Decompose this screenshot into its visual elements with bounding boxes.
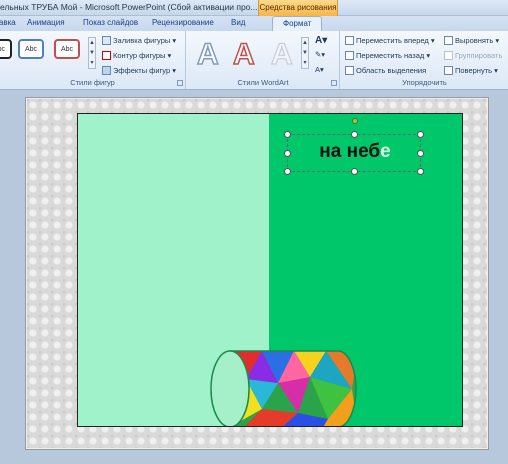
shape-effects-button[interactable]: Эффекты фигур ▾: [102, 66, 176, 78]
selection-pane-button[interactable]: Область выделения: [345, 66, 426, 78]
tab-review[interactable]: Рецензирование: [152, 18, 214, 27]
shape-effects-icon: [102, 66, 111, 75]
paint-bucket-icon: [102, 36, 111, 45]
rotate-button[interactable]: Повернуть ▾: [444, 66, 498, 78]
group-button[interactable]: Группировать: [444, 51, 502, 63]
wordart-styles-label: Стили WordArt: [237, 78, 289, 87]
shape-style-3[interactable]: Abc: [54, 39, 80, 59]
shape-styles-group: Abc Abc Abc ▲▼▾ Заливка фигуры ▾ Контур …: [0, 31, 186, 89]
resize-handle-left[interactable]: [284, 150, 291, 157]
shape-styles-launcher[interactable]: [177, 80, 183, 86]
send-backward-icon: [345, 51, 354, 60]
tab-animation[interactable]: Анимация: [27, 18, 65, 27]
ribbon-tabs: Вставка Анимация Показ слайдов Рецензиро…: [0, 16, 508, 32]
tab-view[interactable]: Вид: [231, 18, 245, 27]
bring-forward-icon: [345, 36, 354, 45]
align-button[interactable]: Выровнять ▾: [444, 36, 499, 48]
rotate-icon: [444, 66, 453, 75]
pen-outline-icon: [102, 51, 111, 60]
group-icon: [444, 51, 453, 60]
selection-pane-icon: [345, 66, 354, 75]
window-title: ельных ТРУБА Мой - Microsoft PowerPoint …: [0, 2, 258, 12]
wordart-gallery-scroll[interactable]: ▲ ▼ ▾: [301, 37, 309, 69]
text-effects-icon[interactable]: A▾: [315, 65, 324, 77]
wordart-styles-group: A A A ▲ ▼ ▾ A▾ ✎▾ A▾ Стили WordArt: [187, 31, 340, 89]
shape-outline-button[interactable]: Контур фигуры ▾: [102, 51, 171, 63]
tab-format[interactable]: Формат: [272, 16, 323, 32]
bring-forward-button[interactable]: Переместить вперед ▾: [345, 36, 435, 48]
send-backward-button[interactable]: Переместить назад ▾: [345, 51, 430, 63]
wordart-style-2[interactable]: A: [232, 37, 255, 73]
text-fill-icon[interactable]: A▾: [315, 35, 327, 47]
arrange-group: Переместить вперед ▾ Переместить назад ▾…: [341, 31, 508, 89]
resize-handle-top-left[interactable]: [284, 131, 291, 138]
wordart-style-3[interactable]: A: [270, 37, 293, 73]
align-icon: [444, 36, 453, 45]
shape-style-2[interactable]: Abc: [18, 39, 44, 59]
pipe-shape[interactable]: [202, 349, 358, 427]
text-outline-icon[interactable]: ✎▾: [315, 50, 325, 62]
tab-insert[interactable]: Вставка: [0, 18, 16, 27]
shape-fill-button[interactable]: Заливка фигуры ▾: [102, 36, 176, 48]
rotation-handle[interactable]: [352, 118, 358, 124]
wordart-styles-launcher[interactable]: [331, 80, 337, 86]
shape-styles-label: Стили фигур: [70, 78, 115, 87]
text-box-content[interactable]: на небе: [288, 141, 422, 163]
resize-handle-bottom-right[interactable]: [417, 168, 424, 175]
resize-handle-top-right[interactable]: [417, 131, 424, 138]
resize-handle-bottom[interactable]: [351, 168, 358, 175]
wordart-style-1[interactable]: A: [196, 37, 219, 73]
shape-styles-gallery-scroll[interactable]: ▲ ▼ ▾: [88, 37, 96, 69]
drawing-tools-context-tab[interactable]: Средства рисования: [258, 0, 338, 16]
ribbon: Abc Abc Abc ▲▼▾ Заливка фигуры ▾ Контур …: [0, 31, 508, 90]
tab-slide-show[interactable]: Показ слайдов: [83, 18, 138, 27]
shape-style-1[interactable]: Abc: [0, 39, 12, 59]
resize-handle-bottom-left[interactable]: [284, 168, 291, 175]
text-box-selected[interactable]: на небе: [284, 118, 424, 175]
arrange-label: Упорядочить: [402, 78, 447, 87]
resize-handle-right[interactable]: [417, 150, 424, 157]
title-bar: ельных ТРУБА Мой - Microsoft PowerPoint …: [0, 0, 508, 16]
resize-handle-top[interactable]: [351, 131, 358, 138]
